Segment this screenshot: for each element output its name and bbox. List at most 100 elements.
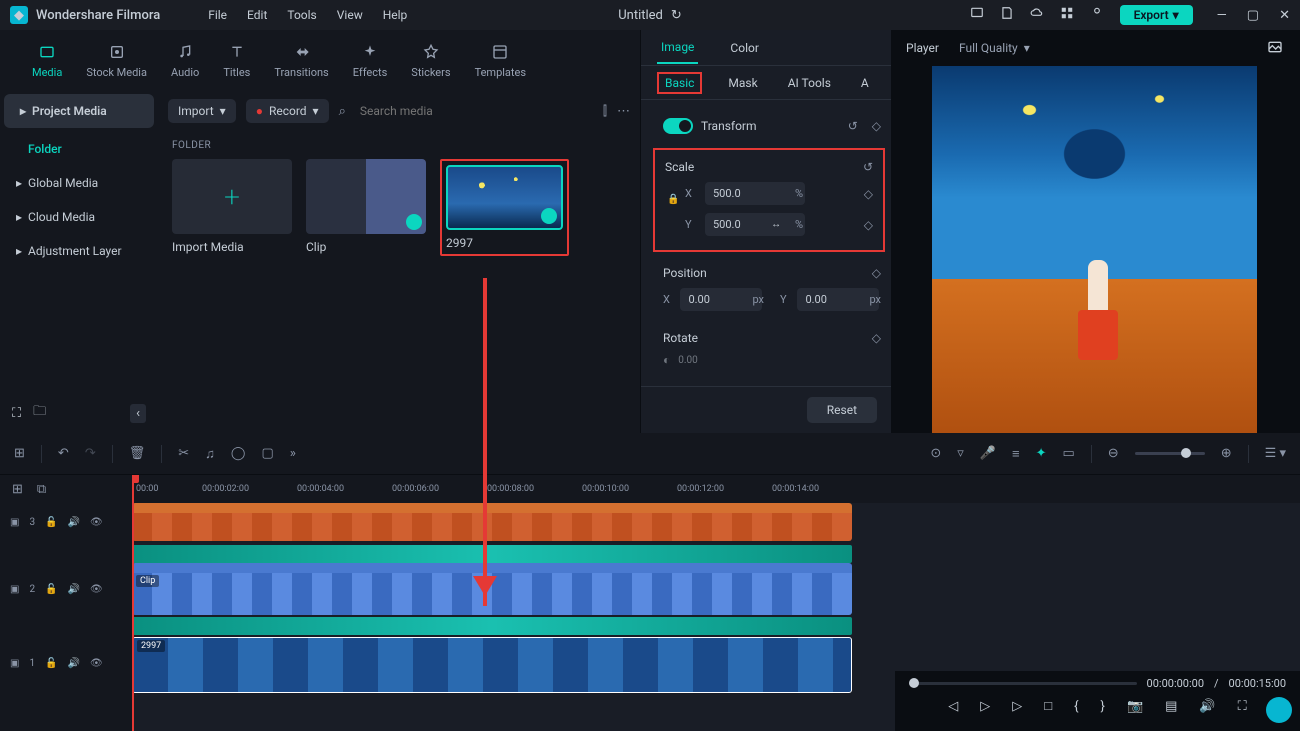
reset-scale-icon[interactable]: ↺: [863, 160, 873, 174]
tab-audio[interactable]: Audio: [159, 42, 211, 79]
visibility-icon[interactable]: 👁: [90, 658, 103, 669]
filter-icon[interactable]: ⫿: [603, 104, 607, 119]
lock-icon[interactable]: 🔒: [667, 194, 679, 205]
sidebar-folder[interactable]: Folder: [0, 132, 158, 166]
media-clip[interactable]: Clip: [306, 159, 426, 256]
audio-detach-icon[interactable]: ♫: [205, 446, 215, 462]
tab-media[interactable]: Media: [20, 42, 74, 79]
save-icon[interactable]: [1000, 6, 1014, 24]
track-3-controls[interactable]: ▣3 🔓 🔊 👁: [0, 503, 132, 541]
pos-x-input[interactable]: [680, 288, 762, 311]
cut-icon[interactable]: ✂: [178, 446, 189, 461]
menu-help[interactable]: Help: [383, 8, 408, 22]
add-track-icon[interactable]: ⊞: [12, 482, 23, 497]
subtab-mask[interactable]: Mask: [724, 74, 761, 92]
tab-effects[interactable]: Effects: [341, 42, 400, 79]
cloud-icon[interactable]: [1030, 6, 1044, 24]
ai-icon[interactable]: ✦: [1036, 446, 1047, 461]
search-input[interactable]: [356, 100, 593, 122]
track-1-controls[interactable]: ▣1 🔓 🔊 👁: [0, 637, 132, 689]
sidebar-global-media[interactable]: ▸Global Media: [0, 166, 158, 200]
tab-templates[interactable]: Templates: [463, 42, 538, 79]
mark-out-icon[interactable]: }: [1101, 699, 1105, 714]
props-tab-color[interactable]: Color: [726, 33, 762, 63]
import-button[interactable]: Import ▾: [168, 99, 236, 123]
lock-icon[interactable]: 🔓: [45, 584, 57, 595]
tab-titles[interactable]: Titles: [211, 42, 262, 79]
layout-icon[interactable]: ⊞: [14, 446, 25, 461]
visibility-icon[interactable]: 👁: [90, 584, 103, 595]
fullscreen-ext-icon[interactable]: ⛶: [1238, 699, 1247, 714]
keyframe-icon[interactable]: ◇: [864, 187, 873, 201]
sidebar-adjustment-layer[interactable]: ▸Adjustment Layer: [0, 234, 158, 268]
zoom-in-icon[interactable]: ⊕: [1221, 446, 1232, 461]
keyframe-icon[interactable]: ◇: [872, 266, 881, 280]
play-icon[interactable]: ▷: [980, 699, 990, 714]
expand-icon[interactable]: ⛶: [12, 406, 21, 421]
seek-bar[interactable]: [909, 682, 1137, 685]
lock-icon[interactable]: 🔓: [45, 517, 57, 528]
clip-track3[interactable]: [132, 503, 852, 541]
subtab-basic[interactable]: Basic: [657, 72, 702, 94]
track-3[interactable]: [132, 503, 1300, 541]
media-2997[interactable]: 2997: [446, 165, 563, 250]
menu-edit[interactable]: Edit: [247, 8, 267, 22]
device-icon[interactable]: [970, 6, 984, 24]
volume-icon[interactable]: 🔊: [1199, 699, 1215, 714]
lock-icon[interactable]: 🔓: [45, 658, 57, 669]
prev-frame-icon[interactable]: ◁: [948, 699, 958, 714]
delete-icon[interactable]: 🗑: [129, 446, 146, 461]
more-tools-icon[interactable]: »: [290, 446, 296, 461]
compare-icon[interactable]: ▤: [1165, 699, 1177, 714]
sidebar-cloud-media[interactable]: ▸Cloud Media: [0, 200, 158, 234]
import-media-tile[interactable]: + Import Media: [172, 159, 292, 256]
marker-icon[interactable]: ▿: [957, 446, 964, 461]
speed-icon[interactable]: ⊙: [930, 446, 941, 461]
track-2-controls[interactable]: ▣2 🔓 🔊 👁: [0, 563, 132, 615]
export-button[interactable]: Export ▾: [1120, 5, 1193, 25]
link-icon[interactable]: ⧉: [37, 482, 46, 497]
keyframe-icon[interactable]: ◇: [872, 119, 881, 133]
zoom-out-icon[interactable]: ⊖: [1108, 446, 1119, 461]
mute-icon[interactable]: 🔊: [68, 517, 80, 528]
menu-file[interactable]: File: [208, 8, 227, 22]
subtab-a[interactable]: A: [857, 74, 873, 92]
zoom-slider[interactable]: [1135, 452, 1205, 455]
waveform-track3[interactable]: [132, 545, 852, 563]
tab-stock[interactable]: Stock Media: [74, 42, 159, 79]
undo-icon[interactable]: ↶: [58, 446, 69, 461]
redo-icon[interactable]: ↷: [85, 446, 96, 461]
menu-tools[interactable]: Tools: [287, 8, 316, 22]
maximize-icon[interactable]: ▢: [1247, 8, 1259, 23]
timeline-ruler[interactable]: 00:00 00:00:02:00 00:00:04:00 00:00:06:0…: [132, 475, 1300, 503]
quality-select[interactable]: Full Quality ▾: [959, 41, 1030, 55]
clip-track1[interactable]: 2997: [132, 637, 852, 693]
mute-icon[interactable]: 🔊: [68, 584, 80, 595]
close-icon[interactable]: ✕: [1279, 8, 1290, 23]
record-button[interactable]: ● Record ▾: [246, 99, 329, 123]
tab-transitions[interactable]: Transitions: [262, 42, 340, 79]
tag-icon[interactable]: ◯: [231, 446, 246, 461]
apps-icon[interactable]: [1060, 6, 1074, 24]
reset-icon[interactable]: ↺: [848, 119, 858, 133]
pos-y-input[interactable]: [797, 288, 879, 311]
waveform-track2[interactable]: [132, 617, 852, 635]
rotate-dial-icon[interactable]: ◐: [663, 353, 670, 367]
account-icon[interactable]: [1090, 6, 1104, 24]
preview-canvas[interactable]: [932, 66, 1257, 433]
mixer-icon[interactable]: ≡: [1012, 446, 1020, 462]
view-options-icon[interactable]: ☰ ▾: [1265, 446, 1286, 461]
transform-toggle[interactable]: [663, 118, 693, 134]
history-icon[interactable]: ↻: [671, 8, 682, 23]
subtab-ai-tools[interactable]: AI Tools: [784, 74, 835, 92]
sidebar-project-media[interactable]: ▸Project Media: [4, 94, 154, 128]
minimize-icon[interactable]: —: [1217, 8, 1227, 23]
menu-view[interactable]: View: [337, 8, 363, 22]
capture-icon[interactable]: 📷: [1127, 699, 1143, 714]
scale-y-input[interactable]: [705, 213, 805, 236]
mic-icon[interactable]: 🎤: [980, 446, 996, 461]
more-icon[interactable]: ⋯: [617, 104, 630, 119]
crop-icon[interactable]: ▢: [261, 446, 273, 461]
mute-icon[interactable]: 🔊: [68, 658, 80, 669]
keyframe-icon[interactable]: ◇: [864, 218, 873, 232]
